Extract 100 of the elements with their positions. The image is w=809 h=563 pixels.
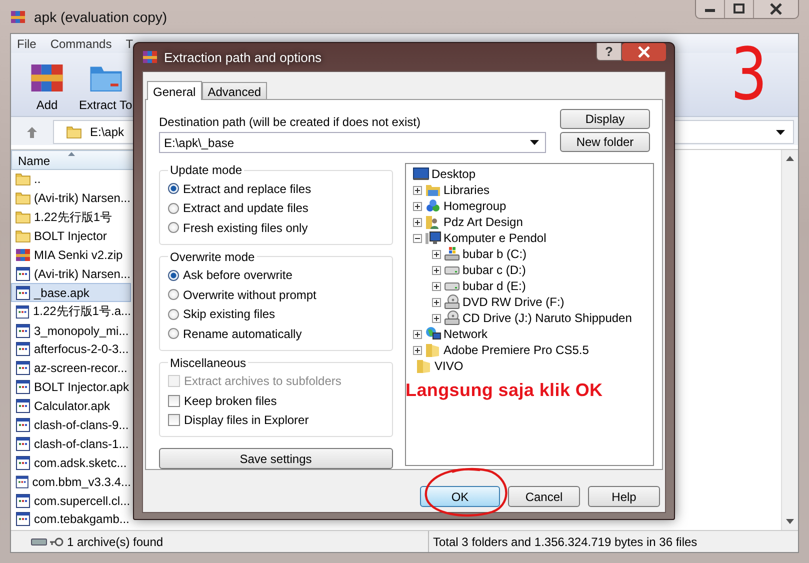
- dialog-button[interactable]: New folder: [560, 132, 650, 152]
- file-row[interactable]: afterfocus-2-0-3...: [11, 340, 131, 359]
- radio-button[interactable]: [168, 328, 179, 340]
- up-arrow-icon[interactable]: [25, 125, 39, 139]
- file-row[interactable]: clash-of-clans-1...: [11, 434, 131, 454]
- expand-icon[interactable]: [412, 186, 422, 194]
- file-row[interactable]: 1.22先行版1号: [11, 208, 131, 227]
- checkbox[interactable]: [168, 394, 180, 407]
- radio-button[interactable]: [168, 270, 179, 281]
- option-label[interactable]: Extract and update files: [183, 201, 308, 216]
- file-row[interactable]: clash-of-clans-9...: [11, 416, 131, 434]
- save-settings-button[interactable]: Save settings: [159, 448, 392, 469]
- file-row[interactable]: BOLT Injector.apk: [11, 378, 131, 397]
- tree-item[interactable]: Homegroup: [444, 199, 506, 213]
- window-file-icon: [15, 341, 31, 358]
- tree-item[interactable]: Libraries: [444, 183, 490, 197]
- group-title: Miscellaneous: [169, 356, 248, 370]
- expand-icon[interactable]: [432, 314, 440, 322]
- tree-item[interactable]: Desktop: [432, 167, 476, 181]
- tree-item[interactable]: bubar c (D:): [462, 263, 526, 277]
- file-row[interactable]: com.bbm_v3.3.4...: [11, 472, 131, 492]
- option-label[interactable]: Extract and replace files: [183, 182, 312, 196]
- file-row[interactable]: BOLT Injector: [11, 226, 131, 246]
- dialog-button[interactable]: Help: [588, 486, 660, 507]
- scroll-down-icon[interactable]: [786, 519, 794, 524]
- window-file-icon: [15, 360, 31, 376]
- file-row[interactable]: com.supercell.cl...: [11, 491, 131, 510]
- desktop-icon: [412, 166, 428, 182]
- tree-item[interactable]: CD Drive (J:) Naruto Shippuden: [462, 311, 632, 325]
- file-row[interactable]: Calculator.apk: [11, 396, 131, 416]
- scroll-up-icon[interactable]: [786, 156, 794, 161]
- tree-item[interactable]: bubar d (E:): [462, 279, 526, 293]
- dialog-button[interactable]: Display: [560, 109, 650, 129]
- tree-item[interactable]: Adobe Premiere Pro CS5.5: [444, 343, 589, 357]
- key-icon: [50, 536, 64, 546]
- file-row[interactable]: ..: [11, 170, 131, 189]
- expand-icon[interactable]: [432, 298, 440, 306]
- radio-button[interactable]: [168, 202, 179, 214]
- tree-item[interactable]: DVD RW Drive (F:): [462, 295, 564, 309]
- file-row[interactable]: com.tebakgamb...: [11, 510, 131, 529]
- status-text: Total 3 folders and 1.356.324.719 bytes in 36 files: [432, 534, 698, 548]
- folder-icon: [66, 124, 82, 140]
- path-field[interactable]: E:\apk\_base: [159, 132, 546, 153]
- file-row[interactable]: com.adsk.sketc...: [11, 453, 131, 472]
- option-label[interactable]: Keep broken files: [184, 394, 277, 408]
- radio-button[interactable]: [168, 183, 179, 194]
- file-row[interactable]: _base.apk: [11, 283, 131, 302]
- window-title: apk (evaluation copy): [34, 8, 168, 24]
- tab[interactable]: Advanced: [202, 82, 268, 99]
- close-icon[interactable]: [622, 43, 666, 61]
- expand-icon[interactable]: [432, 282, 440, 290]
- toolbar-button[interactable]: Add: [25, 60, 69, 112]
- dialog-button[interactable]: Cancel: [508, 486, 580, 507]
- archive-icon: [10, 8, 26, 24]
- file-row[interactable]: (Avi-trik) Narsen...: [11, 264, 131, 284]
- expand-icon[interactable]: [432, 266, 440, 274]
- tree-item[interactable]: Network: [444, 327, 488, 341]
- radio-button[interactable]: [168, 308, 179, 320]
- menu-item[interactable]: T: [126, 36, 134, 50]
- drive-icon: [444, 282, 460, 290]
- option-label[interactable]: Rename automatically: [183, 326, 302, 341]
- expand-icon[interactable]: [412, 218, 422, 226]
- file-row[interactable]: 1.22先行版1号.a...: [11, 302, 131, 322]
- dropdown-arrow-icon[interactable]: [530, 140, 539, 145]
- window-file-icon: [15, 492, 31, 509]
- tab[interactable]: General: [147, 81, 202, 100]
- tree-item[interactable]: Komputer e Pendol: [444, 231, 546, 245]
- window-file-icon: [15, 379, 31, 396]
- expand-icon[interactable]: [412, 346, 422, 354]
- dialog-button[interactable]: OK: [420, 486, 500, 507]
- tree-item[interactable]: Pdz Art Design: [444, 215, 523, 229]
- file-row[interactable]: MIA Senki v2.zip: [11, 246, 131, 264]
- radio-button[interactable]: [168, 222, 179, 234]
- option-label[interactable]: Skip existing files: [183, 307, 276, 322]
- scrollbar[interactable]: [781, 150, 798, 530]
- expand-icon[interactable]: [432, 250, 440, 258]
- help-button[interactable]: ?: [596, 43, 622, 61]
- window-file-icon: [15, 417, 31, 434]
- dropdown-arrow-icon[interactable]: [776, 130, 785, 134]
- radio-button[interactable]: [168, 289, 179, 300]
- folder-icon: [416, 358, 432, 374]
- menu-item[interactable]: Commands: [50, 36, 112, 50]
- drive-icon: [31, 536, 47, 546]
- option-label[interactable]: Fresh existing files only: [183, 220, 308, 235]
- option-label[interactable]: Display files in Explorer: [184, 413, 309, 428]
- checkbox[interactable]: [168, 414, 180, 426]
- file-row[interactable]: (Avi-trik) Narsen...: [11, 188, 131, 208]
- expand-icon[interactable]: [412, 202, 422, 210]
- file-row[interactable]: 3_monopoly_mi...: [11, 321, 131, 340]
- option-label[interactable]: Ask before overwrite: [183, 268, 292, 282]
- collapse-icon[interactable]: [412, 234, 422, 242]
- library-folder-icon: [424, 182, 440, 198]
- expand-icon[interactable]: [412, 330, 422, 338]
- sort-arrow-icon: [68, 152, 75, 156]
- option-label[interactable]: Overwrite without prompt: [183, 288, 316, 302]
- file-row[interactable]: az-screen-recor...: [11, 358, 131, 378]
- tree-item[interactable]: VIVO: [434, 359, 464, 373]
- menu-item[interactable]: File: [17, 36, 36, 50]
- folder-icon: [15, 209, 31, 226]
- tree-item[interactable]: bubar b (C:): [462, 247, 527, 261]
